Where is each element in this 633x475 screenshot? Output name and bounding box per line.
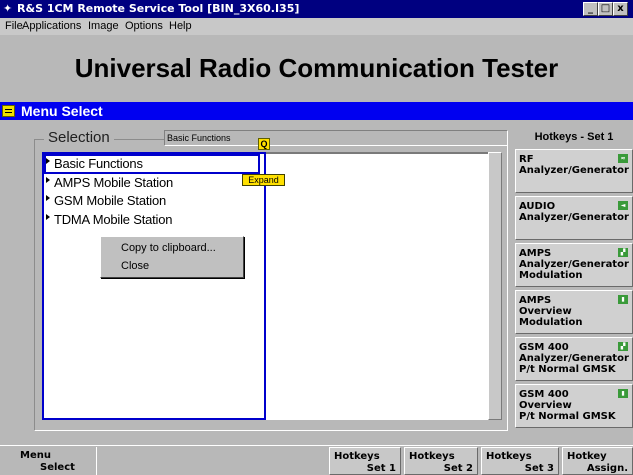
- window-title-bar[interactable]: ✦ R&S 1CM Remote Service Tool [BIN_3X60.…: [0, 0, 633, 18]
- hotkeys-set2-button[interactable]: Hotkeys Set 2: [404, 447, 478, 475]
- hotkeys-set1-button[interactable]: Hotkeys Set 1: [329, 447, 401, 475]
- current-selection-field: Basic Functions: [164, 130, 508, 146]
- list-item-basic-functions[interactable]: Basic Functions: [44, 154, 260, 174]
- hotkey-audio-analyzer-generator[interactable]: ◄ AUDIO Analyzer/Generator: [515, 196, 633, 240]
- context-menu: Copy to clipboard... Close: [100, 236, 244, 278]
- context-close[interactable]: Close: [121, 260, 149, 272]
- amps-overview-icon: ▮: [618, 295, 628, 304]
- app-icon: ✦: [3, 2, 13, 15]
- hotkey-rf-analyzer-generator[interactable]: ≈ RF Analyzer/Generator: [515, 149, 633, 193]
- menu-file[interactable]: File: [5, 18, 23, 35]
- hotkeys-title: Hotkeys - Set 1: [534, 131, 614, 143]
- close-button[interactable]: x: [613, 2, 628, 16]
- hotkey-gsm400-overview[interactable]: ▮ GSM 400 Overview P/t Normal GMSK: [515, 384, 633, 428]
- submenu-panel[interactable]: [266, 152, 488, 420]
- expand-arrow-icon: [46, 214, 50, 220]
- menu-select-title: Menu Select: [21, 103, 103, 119]
- expand-arrow-icon: [46, 177, 50, 183]
- rf-icon: ≈: [618, 154, 628, 163]
- menu-help[interactable]: Help: [169, 18, 192, 35]
- menu-bar: File Applications Image Options Help: [0, 18, 633, 35]
- hotkey-gsm400-analyzer-generator[interactable]: ▞ GSM 400 Analyzer/Generator P/t Normal …: [515, 337, 633, 381]
- menu-select-header: Menu Select: [0, 102, 633, 120]
- expand-arrow-icon: [46, 158, 50, 164]
- hotkey-assign-button[interactable]: Hotkey Assign.: [562, 447, 633, 475]
- menu-list-icon: [2, 105, 15, 117]
- page-title: Universal Radio Communication Tester: [0, 35, 633, 101]
- gsm-overview-icon: ▮: [618, 389, 628, 398]
- gsm-gen-icon: ▞: [618, 342, 628, 351]
- softkey-spacer: [96, 447, 329, 475]
- list-item-gsm-mobile-station[interactable]: GSM Mobile Station: [46, 192, 166, 209]
- context-copy-to-clipboard[interactable]: Copy to clipboard...: [121, 242, 216, 254]
- menu-applications[interactable]: Applications: [22, 18, 81, 35]
- maximize-button[interactable]: □: [598, 2, 613, 16]
- list-item-tdma-mobile-station[interactable]: TDMA Mobile Station: [46, 211, 173, 228]
- menu-options[interactable]: Options: [125, 18, 163, 35]
- amps-mod-icon: ▞: [618, 248, 628, 257]
- expand-tooltip: Expand: [242, 174, 285, 186]
- vertical-scrollbar[interactable]: [488, 152, 502, 420]
- list-item-amps-mobile-station[interactable]: AMPS Mobile Station: [46, 174, 173, 191]
- minimize-button[interactable]: _: [583, 2, 598, 16]
- menu-select-softkey[interactable]: Menu Select: [0, 447, 96, 475]
- menu-image[interactable]: Image: [88, 18, 119, 35]
- audio-icon: ◄: [618, 201, 628, 210]
- hotkey-amps-analyzer-generator-modulation[interactable]: ▞ AMPS Analyzer/Generator Modulation: [515, 243, 633, 287]
- window-title: R&S 1CM Remote Service Tool [BIN_3X60.I3…: [17, 2, 300, 15]
- hotkey-amps-overview-modulation[interactable]: ▮ AMPS Overview Modulation: [515, 290, 633, 334]
- selection-legend: Selection: [44, 128, 114, 148]
- hotkeys-set3-button[interactable]: Hotkeys Set 3: [481, 447, 559, 475]
- q-marker-icon: Q: [258, 138, 270, 150]
- expand-arrow-icon: [46, 195, 50, 201]
